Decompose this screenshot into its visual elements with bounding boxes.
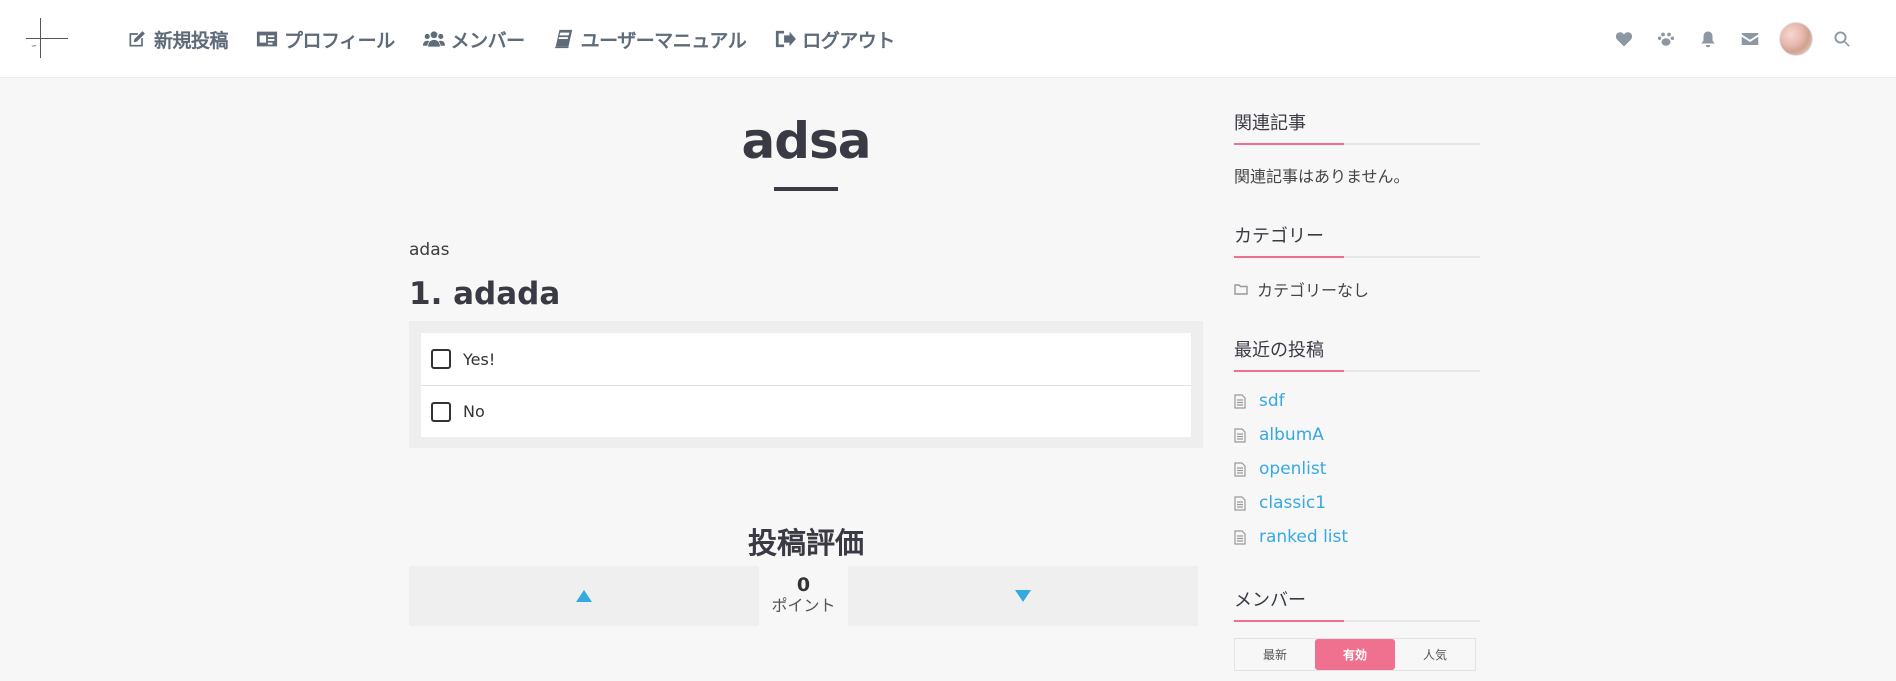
score-unit: ポイント xyxy=(771,596,836,615)
section-underline xyxy=(1234,143,1480,145)
recent-post-item[interactable]: openlist xyxy=(1234,459,1326,479)
document-icon xyxy=(1234,461,1246,477)
category-label: カテゴリーなし xyxy=(1257,281,1370,300)
option-label: Yes! xyxy=(463,349,496,369)
users-icon xyxy=(422,31,445,47)
nav-label: 新規投稿 xyxy=(154,29,229,52)
main-nav: 新規投稿 プロフィール メンバー ユーザーマニュアル ログアウト xyxy=(126,0,923,78)
pets-button[interactable] xyxy=(1656,29,1676,49)
section-title: メンバー xyxy=(1234,590,1306,611)
upvote-button[interactable] xyxy=(409,566,759,626)
related-empty-text: 関連記事はありません。 xyxy=(1234,167,1410,186)
logout-icon xyxy=(776,30,797,48)
heart-icon xyxy=(1615,32,1633,47)
checkbox[interactable] xyxy=(431,349,451,369)
edit-icon xyxy=(129,31,145,47)
favorites-button[interactable] xyxy=(1614,29,1634,49)
post-title: adsa xyxy=(741,112,871,170)
section-underline xyxy=(1234,620,1480,622)
bell-icon xyxy=(1701,31,1715,48)
document-icon xyxy=(1234,529,1246,545)
mail-icon xyxy=(1741,33,1759,45)
header-actions xyxy=(1603,0,1896,78)
nav-label: メンバー xyxy=(450,29,526,52)
avatar[interactable] xyxy=(1779,22,1813,56)
nav-label: ログアウト xyxy=(802,29,895,52)
nav-profile[interactable]: プロフィール xyxy=(256,26,395,53)
folder-icon xyxy=(1234,284,1248,295)
nav-label: プロフィール xyxy=(284,29,395,52)
recent-post-item[interactable]: sdf xyxy=(1234,391,1285,411)
section-title: カテゴリー xyxy=(1234,226,1324,247)
paw-icon xyxy=(1657,32,1675,46)
site-logo[interactable]: ∽ xyxy=(26,18,68,58)
nav-label: ユーザーマニュアル xyxy=(580,29,747,52)
nav-logout[interactable]: ログアウト xyxy=(774,26,895,53)
recent-post-item[interactable]: albumA xyxy=(1234,425,1324,445)
tab-active[interactable]: 有効 xyxy=(1315,639,1395,670)
section-title: 最近の投稿 xyxy=(1234,340,1324,361)
document-icon xyxy=(1234,495,1246,511)
messages-button[interactable] xyxy=(1740,29,1760,49)
members-heading: メンバー xyxy=(1234,586,1480,622)
option-no[interactable]: No xyxy=(421,385,1191,437)
tab-popular[interactable]: 人気 xyxy=(1395,639,1475,670)
section-underline xyxy=(1234,370,1480,372)
top-navigation-bar: ∽ 新規投稿 プロフィール メンバー ユーザーマニュアル ログアウト xyxy=(0,0,1896,78)
downvote-button[interactable] xyxy=(848,566,1198,626)
book-icon xyxy=(554,29,572,49)
profile-card-icon xyxy=(256,31,278,47)
recent-post-link: ranked list xyxy=(1259,527,1349,547)
recent-post-item[interactable]: classic1 xyxy=(1234,493,1326,513)
checkbox[interactable] xyxy=(431,401,451,422)
arrow-down-icon xyxy=(1015,590,1031,602)
document-icon xyxy=(1234,393,1246,409)
search-icon xyxy=(1834,31,1850,47)
recent-post-link: classic1 xyxy=(1259,493,1327,513)
rating-score: 0 ポイント xyxy=(759,574,848,616)
recent-post-item[interactable]: ranked list xyxy=(1234,527,1348,547)
score-value: 0 xyxy=(796,574,811,596)
question-heading: 1. adada xyxy=(409,276,561,312)
recent-post-link: sdf xyxy=(1259,391,1285,411)
nav-user-manual[interactable]: ユーザーマニュアル xyxy=(553,26,747,53)
section-underline xyxy=(1234,256,1480,258)
related-heading: 関連記事 xyxy=(1234,109,1480,145)
members-tabs: 最新 有効 人気 xyxy=(1234,638,1476,671)
question-options: Yes! No xyxy=(409,321,1203,448)
option-yes[interactable]: Yes! xyxy=(421,333,1191,385)
recent-post-link: albumA xyxy=(1259,425,1324,445)
section-title: 関連記事 xyxy=(1234,113,1306,134)
category-item[interactable]: カテゴリーなし xyxy=(1234,277,1369,301)
notifications-button[interactable] xyxy=(1698,29,1718,49)
nav-new-post[interactable]: 新規投稿 xyxy=(126,26,229,53)
post-body: adas xyxy=(409,240,450,260)
search-button[interactable] xyxy=(1832,29,1852,49)
rating-title: 投稿評価 xyxy=(747,526,864,560)
nav-members[interactable]: メンバー xyxy=(422,26,526,53)
category-heading: カテゴリー xyxy=(1234,222,1480,258)
recent-post-link: openlist xyxy=(1259,459,1327,479)
arrow-up-icon xyxy=(576,590,592,602)
title-underline xyxy=(774,187,838,191)
option-label: No xyxy=(463,402,485,421)
document-icon xyxy=(1234,427,1246,443)
recent-heading: 最近の投稿 xyxy=(1234,336,1480,372)
tab-newest[interactable]: 最新 xyxy=(1235,639,1315,670)
